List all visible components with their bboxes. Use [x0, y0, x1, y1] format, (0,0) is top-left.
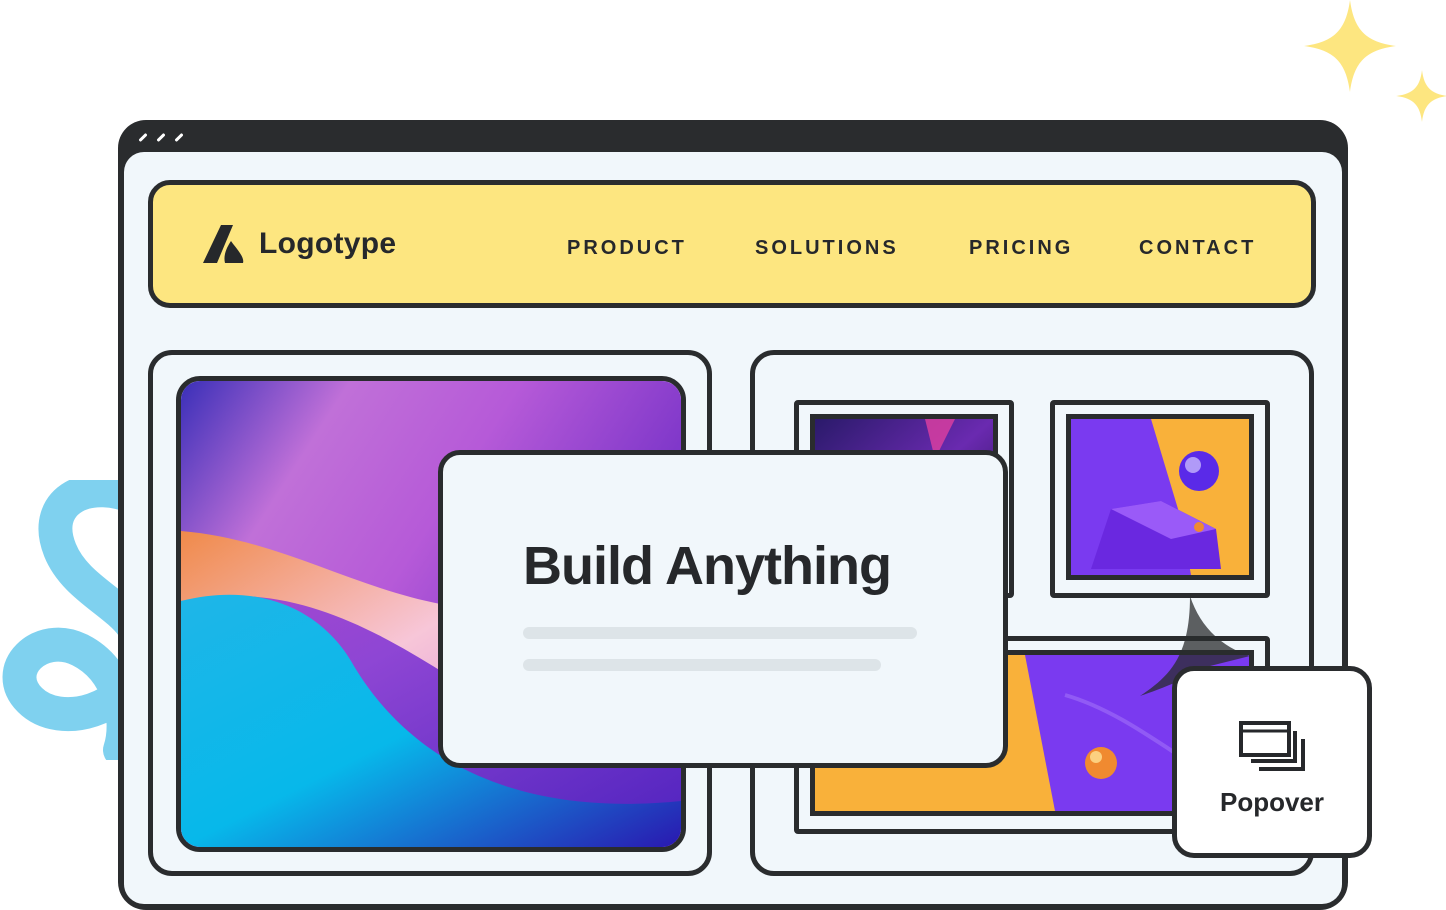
- hero-card: Build Anything: [438, 450, 1008, 768]
- stacked-windows-icon: [1239, 721, 1305, 771]
- hero-title: Build Anything: [523, 536, 892, 596]
- nav-item-product[interactable]: PRODUCT: [567, 237, 687, 260]
- logo[interactable]: Logotype: [203, 223, 396, 265]
- logo-mark-icon: [203, 225, 244, 263]
- window-controls: [138, 130, 184, 143]
- logo-text: Logotype: [259, 227, 397, 260]
- text-placeholder-line: [523, 627, 917, 639]
- nav-item-pricing[interactable]: PRICING: [969, 237, 1073, 260]
- text-placeholder-line: [523, 659, 881, 671]
- window-dot: [174, 132, 184, 143]
- nav-item-contact[interactable]: CONTACT: [1139, 237, 1256, 260]
- gallery-thumb-2[interactable]: [1066, 414, 1254, 580]
- sparkle-large-icon: [1304, 0, 1396, 92]
- popover-label: Popover: [1219, 787, 1325, 817]
- window-dot: [138, 132, 148, 143]
- popover[interactable]: Popover: [1172, 666, 1372, 858]
- window-dot: [156, 132, 166, 143]
- nav-item-solutions[interactable]: SOLUTIONS: [755, 237, 899, 260]
- site-navbar: Logotype PRODUCT SOLUTIONS PRICING CONTA…: [148, 180, 1316, 308]
- sparkle-small-icon: [1396, 70, 1446, 122]
